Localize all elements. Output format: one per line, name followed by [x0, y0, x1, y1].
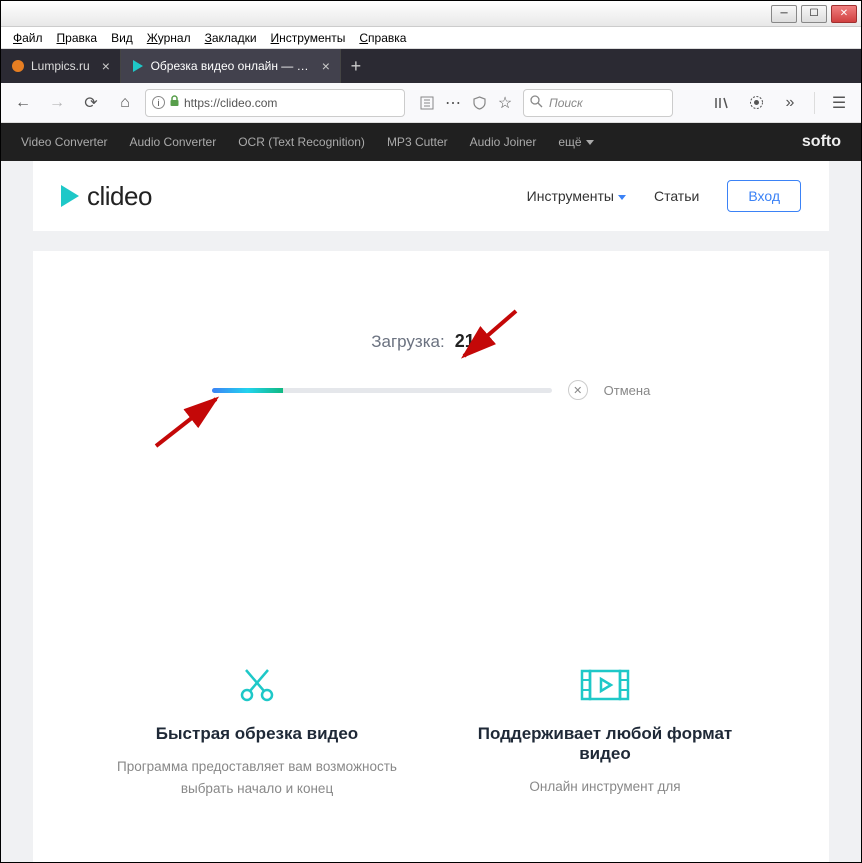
menu-help[interactable]: Справка: [353, 29, 412, 47]
nav-tools[interactable]: Инструменты: [527, 188, 626, 204]
search-placeholder: Поиск: [549, 96, 583, 110]
menu-edit[interactable]: Правка: [51, 29, 104, 47]
favicon-icon: [131, 59, 145, 73]
close-icon[interactable]: ×: [322, 58, 330, 74]
logo-text: clideo: [87, 181, 152, 212]
url-input[interactable]: i https://clideo.com: [145, 89, 405, 117]
feature-text: Программа предоставляет вам возможность …: [103, 756, 411, 799]
url-text: https://clideo.com: [184, 96, 277, 110]
login-button[interactable]: Вход: [727, 180, 801, 212]
feature-text: Онлайн инструмент для: [451, 776, 759, 798]
menu-view[interactable]: Вид: [105, 29, 139, 47]
play-icon: [61, 185, 79, 207]
new-tab-button[interactable]: +: [341, 49, 371, 83]
window-minimize-button[interactable]: ─: [771, 5, 797, 23]
close-icon[interactable]: ×: [102, 58, 110, 74]
progress-fill: [212, 388, 283, 393]
reload-button[interactable]: ⟳: [77, 89, 105, 117]
cancel-button[interactable]: Отмена: [604, 383, 651, 398]
softo-logo: softo: [802, 133, 841, 151]
extensions-icon[interactable]: [742, 89, 770, 117]
tab-strip: Lumpics.ru × Обрезка видео онлайн — Обр …: [1, 49, 861, 83]
site-header: clideo Инструменты Статьи Вход: [33, 161, 829, 231]
search-icon: [530, 95, 543, 111]
address-toolbar: ← → ⟳ ⌂ i https://clideo.com ⋯ ☆ Поиск: [1, 83, 861, 123]
page-actions-icon[interactable]: ⋯: [441, 89, 465, 117]
app-menu-button[interactable]: ☰: [825, 89, 853, 117]
chevron-down-icon: [618, 195, 626, 200]
window-maximize-button[interactable]: ☐: [801, 5, 827, 23]
softo-nav: Video Converter Audio Converter OCR (Tex…: [1, 123, 861, 161]
info-icon: i: [152, 96, 165, 109]
lock-icon: [169, 95, 180, 110]
nav-articles[interactable]: Статьи: [654, 188, 699, 204]
video-format-icon: [451, 660, 759, 710]
tab-clideo[interactable]: Обрезка видео онлайн — Обр ×: [121, 49, 341, 83]
menu-tools[interactable]: Инструменты: [265, 29, 352, 47]
tab-title: Обрезка видео онлайн — Обр: [151, 59, 316, 73]
upload-label: Загрузка:: [371, 332, 444, 352]
nav-link[interactable]: Video Converter: [21, 135, 108, 149]
nav-link[interactable]: OCR (Text Recognition): [238, 135, 365, 149]
favicon-icon: [11, 59, 25, 73]
tab-lumpics[interactable]: Lumpics.ru ×: [1, 49, 121, 83]
home-button[interactable]: ⌂: [111, 89, 139, 117]
clideo-logo[interactable]: clideo: [61, 181, 152, 212]
menu-history[interactable]: Журнал: [141, 29, 197, 47]
nav-link[interactable]: MP3 Cutter: [387, 135, 448, 149]
forward-button[interactable]: →: [43, 89, 71, 117]
menu-file[interactable]: Файл: [7, 29, 49, 47]
chevron-down-icon: [586, 140, 594, 145]
feature-fast-cut: Быстрая обрезка видео Программа предоста…: [103, 660, 411, 799]
overflow-icon[interactable]: »: [776, 89, 804, 117]
reader-mode-icon[interactable]: [415, 89, 439, 117]
nav-more[interactable]: ещё: [558, 135, 593, 149]
progress-bar: [212, 388, 552, 393]
tab-title: Lumpics.ru: [31, 59, 90, 73]
upload-panel: Загрузка: 21% ✕ Отмена: [33, 251, 829, 863]
upload-percent: 21%: [455, 331, 491, 352]
feature-title: Поддерживает любой формат видео: [451, 724, 759, 764]
nav-link[interactable]: Audio Converter: [130, 135, 217, 149]
feature-title: Быстрая обрезка видео: [103, 724, 411, 744]
library-icon[interactable]: [708, 89, 736, 117]
bookmark-star-icon[interactable]: ☆: [493, 89, 517, 117]
menu-bookmarks[interactable]: Закладки: [199, 29, 263, 47]
scissors-icon: [103, 660, 411, 710]
feature-any-format: Поддерживает любой формат видео Онлайн и…: [451, 660, 759, 799]
browser-menubar: Файл Правка Вид Журнал Закладки Инструме…: [1, 27, 861, 49]
nav-link[interactable]: Audio Joiner: [470, 135, 537, 149]
shield-icon[interactable]: [467, 89, 491, 117]
back-button[interactable]: ←: [9, 89, 37, 117]
cancel-icon[interactable]: ✕: [568, 380, 588, 400]
window-titlebar: ─ ☐ ✕: [1, 1, 861, 27]
window-close-button[interactable]: ✕: [831, 5, 857, 23]
search-input[interactable]: Поиск: [523, 89, 673, 117]
